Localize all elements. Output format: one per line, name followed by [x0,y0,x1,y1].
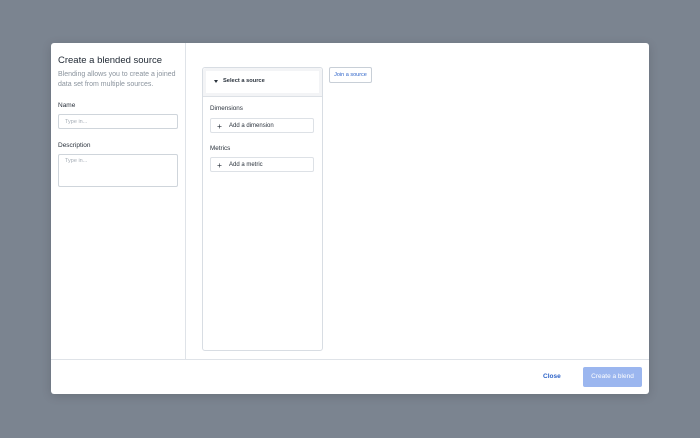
metrics-label: Metrics [210,145,231,152]
name-label: Name [58,102,76,109]
create-blend-dialog: Create a blended source Blending allows … [51,43,649,394]
add-dimension-button[interactable]: + Add a dimension [210,118,314,133]
join-source-button[interactable]: Join a source [329,67,372,83]
select-source-dropdown[interactable]: Select a source [206,71,319,93]
name-input[interactable] [58,114,178,129]
plus-icon: + [217,121,222,131]
dialog-description: Blending allows you to create a joined d… [58,71,176,88]
close-button[interactable]: Close [543,373,561,380]
description-label: Description [58,142,91,149]
select-source-label: Select a source [223,78,265,84]
dialog-title: Create a blended source [58,55,163,66]
description-textarea[interactable] [58,154,178,187]
source-card: Select a source Dimensions + Add a dimen… [202,67,323,351]
caret-down-icon [214,80,218,83]
source-card-header: Select a source [203,68,322,97]
add-dimension-label: Add a dimension [229,123,274,129]
plus-icon: + [217,160,222,170]
dialog-info-panel: Create a blended source Blending allows … [51,43,186,359]
dimensions-label: Dimensions [210,105,243,112]
add-metric-button[interactable]: + Add a metric [210,157,314,172]
dialog-footer: Close Create a blend [51,359,649,394]
add-metric-label: Add a metric [229,162,263,168]
create-blend-button[interactable]: Create a blend [583,367,642,387]
